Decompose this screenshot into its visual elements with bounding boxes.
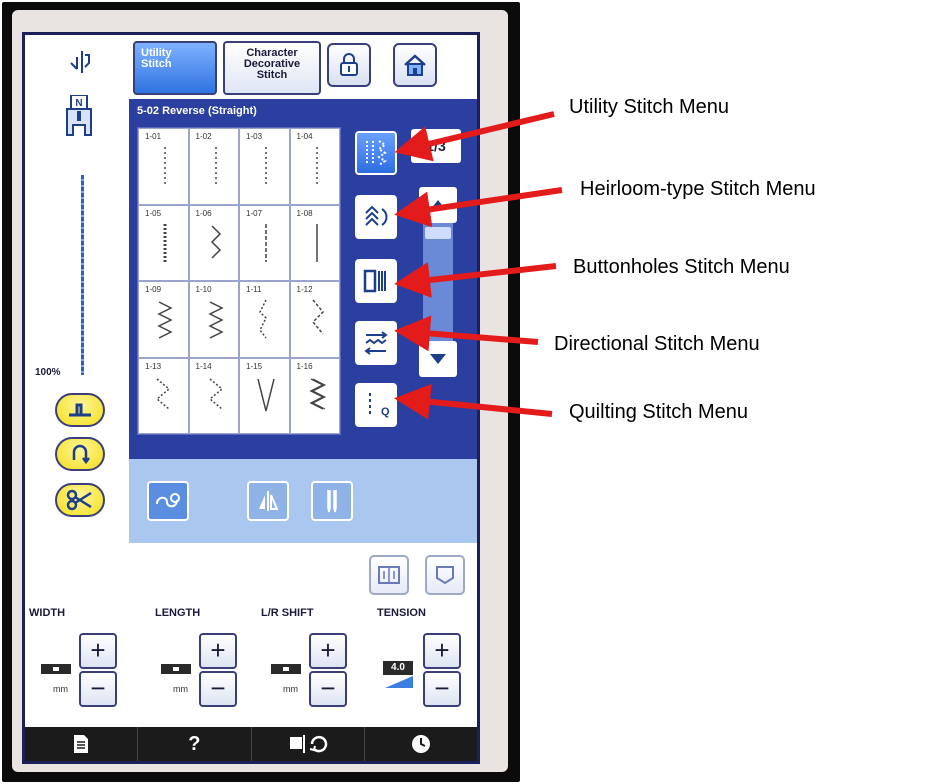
callout-utility: Utility Stitch Menu [569, 96, 730, 118]
callout-directional: Directional Stitch Menu [554, 333, 760, 355]
arrow-directional [394, 315, 539, 352]
callout-buttonholes: Buttonholes Stitch Menu [573, 256, 790, 278]
page: Utility Stitch Character Decorative Stit… [0, 0, 934, 784]
arrow-buttonholes [394, 262, 557, 298]
arrow-quilting [394, 383, 553, 420]
arrow-utility [394, 111, 555, 162]
callout-arrows [394, 111, 563, 420]
arrow-heirloom [394, 187, 563, 228]
callout-heirloom: Heirloom-type Stitch Menu [580, 178, 816, 200]
callout-quilting: Quilting Stitch Menu [569, 401, 748, 423]
